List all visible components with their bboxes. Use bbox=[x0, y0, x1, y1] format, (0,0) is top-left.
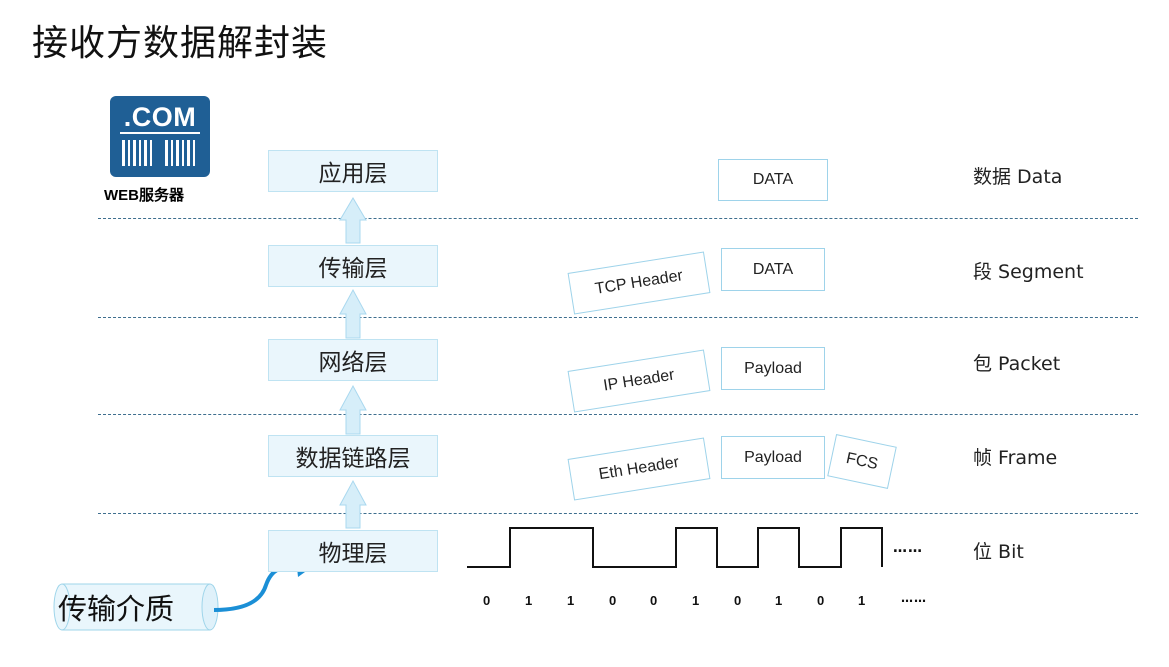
up-arrow-icon bbox=[339, 288, 367, 339]
layer-physical: 物理层 bbox=[268, 530, 438, 572]
medium-to-physical-arrow bbox=[213, 564, 301, 612]
up-arrow-icon bbox=[339, 479, 367, 529]
layer-application: 应用层 bbox=[268, 150, 438, 192]
unit-packet: 包 Packet bbox=[973, 353, 1061, 375]
bit-waveform bbox=[467, 527, 883, 568]
waveform-ellipsis: …… bbox=[893, 540, 923, 556]
unit-segment: 段 Segment bbox=[973, 261, 1084, 283]
unit-frame: 帧 Frame bbox=[973, 447, 1058, 469]
bit-value: 0 bbox=[650, 593, 658, 608]
bit-value: 0 bbox=[483, 593, 491, 608]
diagram-graphics bbox=[53, 197, 883, 631]
bit-value: 0 bbox=[817, 593, 825, 608]
bit-value: 1 bbox=[775, 593, 783, 608]
unit-bit: 位 Bit bbox=[973, 541, 1024, 563]
app-data-box: DATA bbox=[718, 159, 828, 201]
layer-datalink: 数据链路层 bbox=[268, 435, 438, 477]
up-arrow-icon bbox=[339, 384, 367, 435]
eth-payload-box: Payload bbox=[721, 436, 825, 479]
bit-value: 0 bbox=[734, 593, 742, 608]
bit-value: 1 bbox=[525, 593, 533, 608]
bit-value: 1 bbox=[692, 593, 700, 608]
tcp-data-box: DATA bbox=[721, 248, 825, 291]
bit-value: 1 bbox=[567, 593, 575, 608]
up-arrow-icon bbox=[339, 197, 367, 244]
bits-ellipsis: …… bbox=[901, 591, 927, 605]
transmission-medium-label: 传输介质 bbox=[58, 592, 175, 626]
layer-network: 网络层 bbox=[268, 339, 438, 381]
unit-data: 数据 Data bbox=[973, 166, 1063, 188]
bit-value: 0 bbox=[609, 593, 617, 608]
layer-transport: 传输层 bbox=[268, 245, 438, 287]
bit-value: 1 bbox=[858, 593, 866, 608]
ip-payload-box: Payload bbox=[721, 347, 825, 390]
